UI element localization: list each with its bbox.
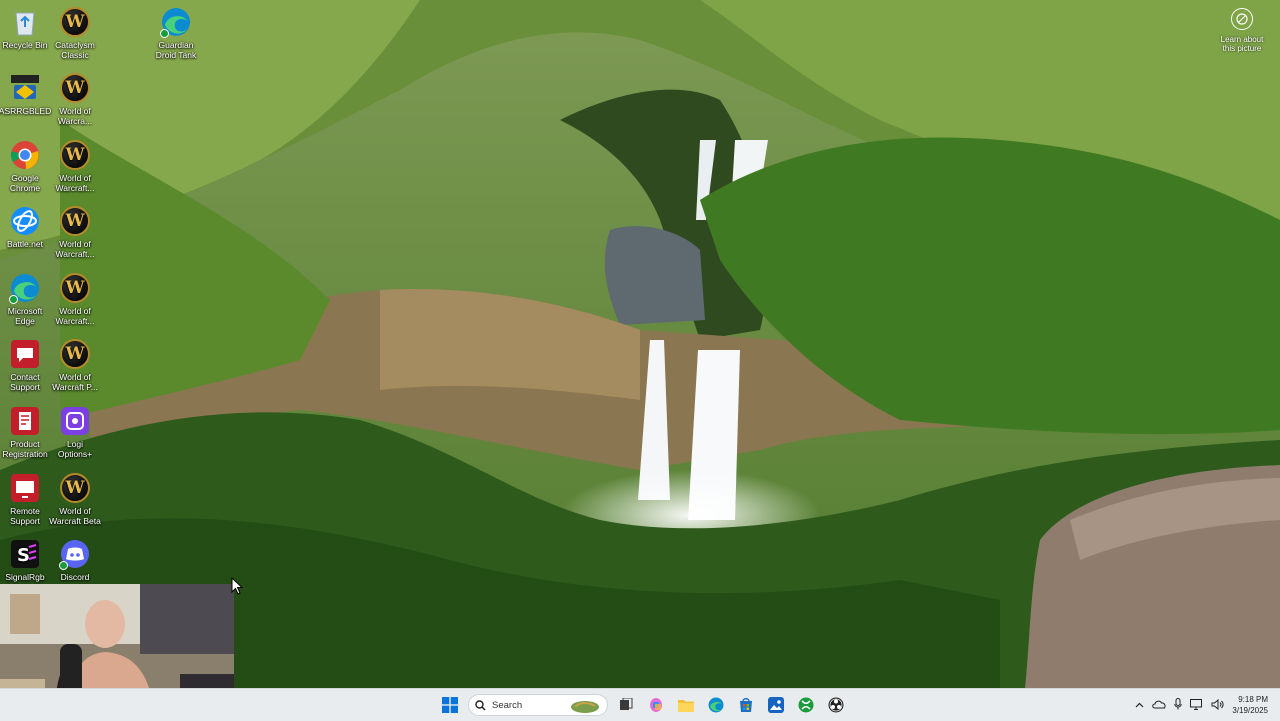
task-view-button[interactable]	[614, 693, 638, 717]
desktop-icon-label: Logi Options+	[57, 439, 93, 459]
desktop-icon-label: Guardian Droid Tank	[155, 40, 197, 60]
status-check-icon	[160, 29, 169, 38]
status-check-icon	[9, 295, 18, 304]
desktop-icon-cataclysm-classic[interactable]: W Cataclysm Classic	[46, 6, 104, 60]
microphone-button[interactable]	[1174, 698, 1183, 712]
desktop-icon-world-of-warcraft-4[interactable]: W World of Warcraft...	[46, 272, 104, 326]
camera-lens-icon	[1231, 8, 1253, 30]
desktop-icon-label: Discord	[60, 572, 90, 582]
taskbar-apps: Search	[438, 689, 848, 721]
desktop-icon-label: World of Warcraft Beta	[49, 506, 101, 526]
contact-support-icon	[9, 338, 41, 370]
desktop-icon-label: World of Warcra...	[57, 106, 93, 126]
wow-icon: W	[60, 73, 90, 103]
asrock-icon	[9, 72, 41, 104]
task-view-icon	[620, 698, 633, 710]
desktop-icon-label: Cataclysm Classic	[55, 40, 95, 60]
wow-icon: W	[60, 206, 90, 236]
mouse-cursor-icon	[231, 577, 243, 595]
microsoft-store-icon	[740, 698, 752, 712]
photos-icon	[768, 697, 784, 713]
wow-icon: W	[60, 140, 90, 170]
discord-icon	[59, 538, 91, 570]
microsoft-store-button[interactable]	[734, 693, 758, 717]
product-registration-icon	[9, 405, 41, 437]
learn-about-picture-label: Learn about this picture	[1220, 35, 1264, 53]
edge-icon	[160, 6, 192, 38]
chevron-up-icon	[1135, 702, 1144, 707]
microphone-icon	[1174, 698, 1183, 710]
chrome-icon	[9, 139, 41, 171]
desktop-icon-world-of-warcraft-2[interactable]: W World of Warcraft...	[46, 139, 104, 193]
wow-icon: W	[60, 7, 90, 37]
edge-icon	[9, 272, 41, 304]
taskbar: Search 9:18 PM 3/19/2025	[0, 688, 1280, 721]
copilot-icon	[650, 698, 662, 712]
show-hidden-icons-button[interactable]	[1135, 701, 1144, 710]
desktop-icon-world-of-warcraft-3[interactable]: W World of Warcraft...	[46, 205, 104, 259]
edge-icon	[708, 697, 724, 713]
clock-date: 3/19/2025	[1232, 706, 1268, 715]
desktop-icon-guardian-droid-tank[interactable]: Guardian Droid Tank	[147, 6, 205, 60]
recycle-bin-icon	[9, 6, 41, 38]
desktop-icon-discord[interactable]: Discord	[46, 538, 104, 582]
network-monitor-icon	[1190, 698, 1203, 710]
search-placeholder: Search	[492, 699, 523, 711]
desktop-icon-label: World of Warcraft P...	[52, 372, 98, 392]
signalrgb-icon: S	[9, 538, 41, 570]
desktop-icon-logi-options[interactable]: Logi Options+	[46, 405, 104, 459]
taskbar-search-box[interactable]: Search	[468, 694, 608, 716]
xbox-button[interactable]	[794, 693, 818, 717]
cloud-icon	[1152, 700, 1166, 708]
onedrive-button[interactable]	[1152, 700, 1166, 711]
wow-icon: W	[60, 473, 90, 503]
battlenet-icon	[9, 205, 41, 237]
svg-text:S: S	[17, 545, 30, 566]
xbox-icon	[798, 697, 814, 713]
copilot-button[interactable]	[644, 693, 668, 717]
edge-taskbar-button[interactable]	[704, 693, 728, 717]
desktop-icon-world-of-warcraft-ptr[interactable]: W World of Warcraft P...	[46, 338, 104, 392]
learn-about-picture-button[interactable]: Learn about this picture	[1218, 8, 1266, 53]
obs-icon	[828, 697, 844, 713]
photos-button[interactable]	[764, 693, 788, 717]
clock-time: 9:18 PM	[1238, 695, 1268, 704]
desktop-icon-world-of-warcraft-beta[interactable]: W World of Warcraft Beta	[46, 472, 104, 526]
file-explorer-icon	[678, 700, 694, 712]
remote-support-icon	[9, 472, 41, 504]
search-highlight-image	[571, 701, 599, 713]
network-button[interactable]	[1190, 698, 1203, 712]
wow-icon: W	[60, 339, 90, 369]
obs-button[interactable]	[824, 693, 848, 717]
start-icon	[442, 697, 458, 713]
start-button[interactable]	[438, 693, 462, 717]
desktop-icon-world-of-warcraft-1[interactable]: W World of Warcra...	[46, 72, 104, 126]
desktop-icon-label: World of Warcraft...	[55, 239, 95, 259]
taskbar-clock[interactable]: 9:18 PM 3/19/2025	[1232, 694, 1268, 716]
volume-button[interactable]	[1211, 698, 1224, 712]
logi-options-icon	[59, 405, 91, 437]
system-tray: 9:18 PM 3/19/2025	[1135, 689, 1280, 721]
desktop-icon-label: World of Warcraft...	[55, 306, 95, 326]
file-explorer-button[interactable]	[674, 693, 698, 717]
desktop-icon-label: World of Warcraft...	[55, 173, 95, 193]
status-check-icon	[59, 561, 68, 570]
wow-icon: W	[60, 273, 90, 303]
search-icon	[475, 699, 486, 711]
speaker-icon	[1211, 698, 1224, 710]
